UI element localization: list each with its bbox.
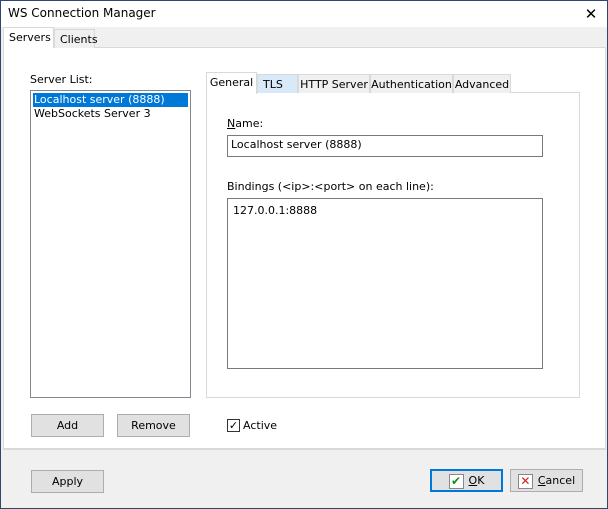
active-checkbox[interactable]: ✓ [227,419,240,432]
divider [3,449,606,450]
tab-authentication[interactable]: Authentication [370,74,453,93]
tab-clients[interactable]: Clients [54,29,98,48]
apply-button[interactable]: Apply [31,470,104,493]
add-button[interactable]: Add [31,414,104,437]
window-title: WS Connection Manager [8,6,156,20]
server-list[interactable]: Localhost server (8888) WebSockets Serve… [30,90,191,398]
bindings-label: Bindings (<ip>:<port> on each line): [227,180,434,193]
cancel-button[interactable]: ✕ Cancel [510,469,583,492]
remove-button[interactable]: Remove [117,414,190,437]
title-bar: WS Connection Manager ✕ [1,1,607,27]
ok-button[interactable]: ✔ OK [430,469,503,492]
window: WS Connection Manager ✕ Servers Clients … [0,0,608,509]
tab-http-server[interactable]: HTTP Server [298,74,370,93]
list-item[interactable]: WebSockets Server 3 [33,107,188,121]
check-icon: ✔ [448,473,464,489]
name-label: Name: [227,117,264,130]
tab-servers[interactable]: Servers [3,27,54,48]
tab-tls[interactable]: TLS [257,74,298,93]
close-icon[interactable]: ✕ [577,3,605,25]
active-label: Active [243,419,278,432]
name-input[interactable]: Localhost server (8888) [227,135,543,157]
server-list-label: Server List: [30,73,93,86]
list-item[interactable]: Localhost server (8888) [33,93,188,107]
tab-advanced[interactable]: Advanced [453,74,511,93]
tab-general[interactable]: General [206,72,257,94]
cancel-x-icon: ✕ [517,473,533,489]
bindings-textarea[interactable]: 127.0.0.1:8888 [227,198,543,369]
